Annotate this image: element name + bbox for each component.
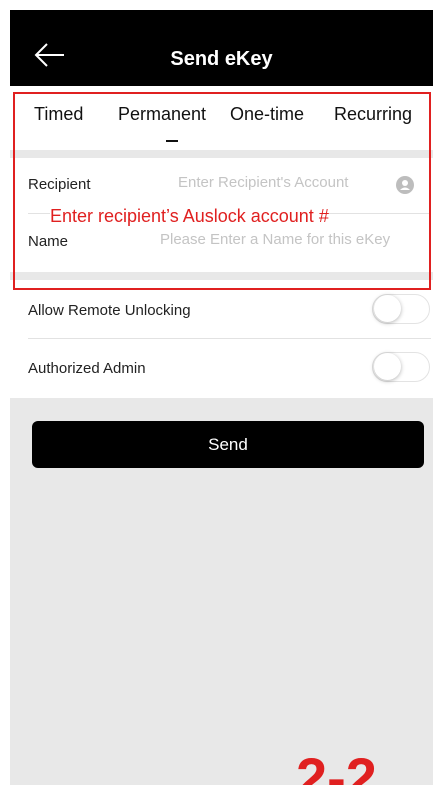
send-button[interactable]: Send bbox=[32, 421, 424, 468]
app-screen: Send eKey Timed Permanent One-time Recur… bbox=[10, 10, 433, 785]
user-info-icon[interactable] bbox=[396, 176, 414, 194]
toggle-knob bbox=[374, 295, 401, 322]
tab-one-time[interactable]: One-time bbox=[230, 104, 304, 125]
instruction-annotation: Enter recipient’s Auslock account # bbox=[50, 206, 329, 227]
ekey-name-input[interactable] bbox=[160, 231, 433, 248]
tab-permanent[interactable]: Permanent bbox=[118, 104, 206, 125]
page-title: Send eKey bbox=[170, 48, 273, 70]
name-label: Name bbox=[28, 233, 69, 250]
toggle-knob bbox=[374, 353, 401, 380]
authorized-admin-label: Authorized Admin bbox=[28, 360, 146, 377]
allow-remote-unlocking-toggle[interactable] bbox=[372, 294, 430, 324]
nav-bar: Send eKey bbox=[10, 10, 433, 86]
tab-timed[interactable]: Timed bbox=[34, 104, 83, 125]
authorized-admin-toggle[interactable] bbox=[372, 352, 430, 382]
recipient-label: Recipient bbox=[28, 176, 91, 193]
section-divider bbox=[10, 150, 433, 158]
ekey-type-tabs: Timed Permanent One-time Recurring bbox=[10, 86, 433, 150]
tab-recurring[interactable]: Recurring bbox=[334, 104, 412, 125]
row-divider bbox=[28, 338, 431, 339]
selected-tab-indicator bbox=[166, 140, 178, 142]
section-divider bbox=[10, 272, 433, 280]
step-label: 2-2 bbox=[296, 746, 377, 785]
recipient-input[interactable] bbox=[178, 174, 378, 191]
allow-remote-unlocking-label: Allow Remote Unlocking bbox=[28, 302, 191, 319]
